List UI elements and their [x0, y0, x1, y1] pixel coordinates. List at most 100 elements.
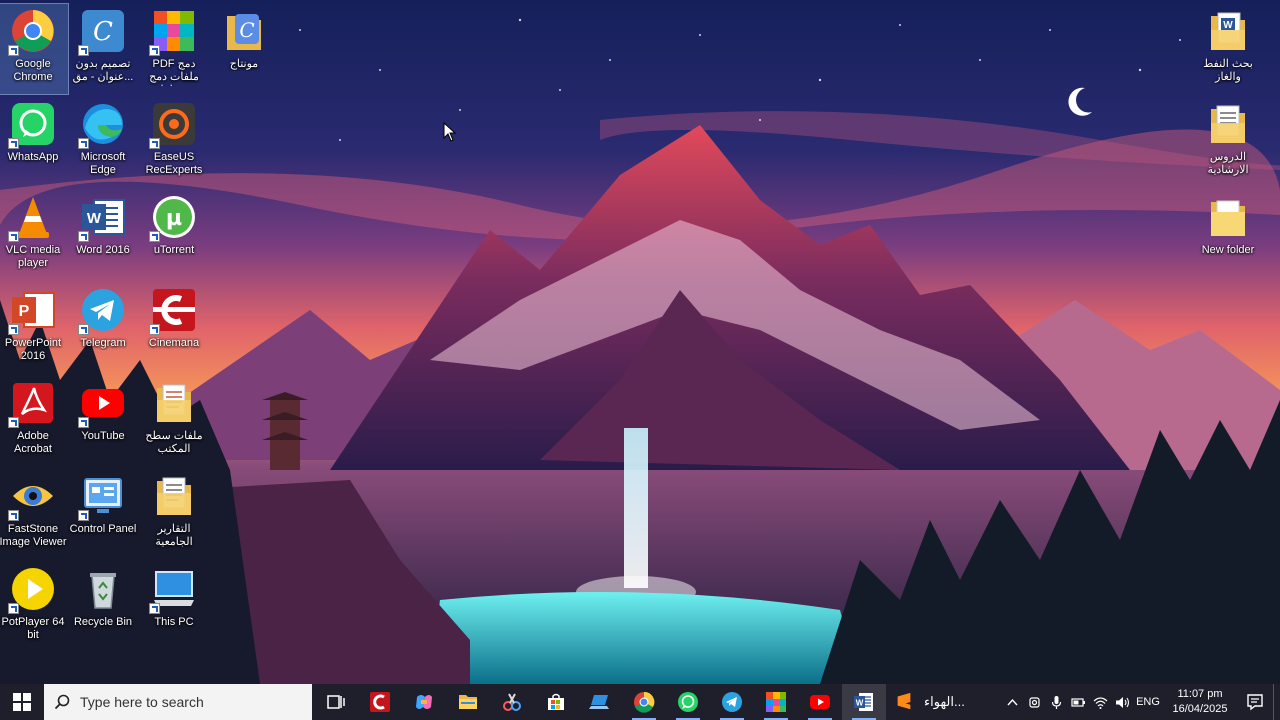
- desktop-icon-desktop-files-folder[interactable]: ملفات سطح المكتب: [139, 376, 209, 466]
- svg-text:C: C: [239, 18, 254, 42]
- camera-icon: [1028, 696, 1040, 708]
- desktop-icon-control-panel[interactable]: Control Panel: [68, 469, 138, 559]
- battery-icon: [1070, 697, 1085, 707]
- taskbar-search-box[interactable]: [44, 684, 312, 720]
- show-desktop-button[interactable]: [1273, 684, 1280, 720]
- show-hidden-icons-button[interactable]: [1001, 684, 1023, 720]
- shortcut-arrow-icon: [8, 417, 19, 428]
- taskbar-cinemana[interactable]: [358, 684, 402, 720]
- shortcut-arrow-icon: [149, 324, 160, 335]
- desktop-icon-label: التقارير الجامعية: [155, 523, 193, 548]
- desktop-icon-youtube[interactable]: YouTube: [68, 376, 138, 466]
- shortcut-arrow-icon: [78, 324, 89, 335]
- taskbar-open-window[interactable]: الهواء...: [886, 684, 990, 720]
- desktop-icon-label: Microsoft Edge: [80, 151, 126, 176]
- desktop-icon-label: New folder: [1201, 244, 1255, 256]
- desktop-icon-pdf-merge[interactable]: PDF دمج ملفات دمج ملفات - ...: [139, 4, 209, 94]
- telegram-icon: [722, 692, 742, 712]
- shortcut-arrow-icon: [78, 510, 89, 521]
- desktop-icon-label: WhatsApp: [7, 151, 59, 163]
- taskbar-microsoft-store[interactable]: [534, 684, 578, 720]
- tray-camera[interactable]: [1023, 684, 1045, 720]
- taskbar-clock[interactable]: 11:07 pm 16/04/2025: [1163, 687, 1237, 717]
- desktop-icon-label: Control Panel: [69, 523, 137, 535]
- cinemana-icon: [370, 692, 390, 712]
- desktop-icon-word-2016[interactable]: W Word 2016: [68, 190, 138, 280]
- desktop-icon-potplayer[interactable]: PotPlayer 64 bit: [0, 562, 68, 652]
- taskbar-telegram[interactable]: [710, 684, 754, 720]
- desktop-icon-canva-design[interactable]: C تصميم بدون عنوان - مق...: [68, 4, 138, 94]
- taskbar-chrome[interactable]: [622, 684, 666, 720]
- desktop-icon-guidance-lessons[interactable]: الدروس الارشادية: [1193, 97, 1263, 187]
- desktop-icon-montage[interactable]: C مونتاج: [209, 4, 279, 94]
- folder-icon: [1211, 200, 1245, 236]
- desktop-icon-label: PotPlayer 64 bit: [1, 616, 65, 641]
- tray-network[interactable]: [1089, 684, 1111, 720]
- desktop-icon-label: تصميم بدون عنوان - مق...: [72, 58, 134, 83]
- taskbar-whatsapp[interactable]: [666, 684, 710, 720]
- shortcut-arrow-icon: [78, 45, 89, 56]
- shortcut-arrow-icon: [8, 324, 19, 335]
- clock-time: 11:07 pm: [1177, 688, 1223, 700]
- recycle-bin-icon: [90, 573, 116, 609]
- desktop-icon-telegram[interactable]: Telegram: [68, 283, 138, 373]
- desktop-icon-label: Recycle Bin: [73, 616, 133, 628]
- desktop-icon-label: FastStone Image Viewer: [0, 523, 67, 548]
- desktop-icon-this-pc[interactable]: This PC: [139, 562, 209, 652]
- tray-battery[interactable]: [1067, 684, 1089, 720]
- search-input[interactable]: [78, 693, 302, 711]
- desktop-icon-label: Adobe Acrobat: [14, 430, 52, 455]
- svg-text:W: W: [1223, 20, 1233, 31]
- shortcut-arrow-icon: [78, 417, 89, 428]
- svg-text:P: P: [19, 303, 30, 320]
- desktop-icon-label: EaseUS RecExperts: [145, 151, 203, 176]
- mouse-cursor-icon: [443, 122, 457, 142]
- desktop-icon-vlc[interactable]: VLC media player: [0, 190, 68, 280]
- taskbar-snipping-tool[interactable]: [490, 684, 534, 720]
- input-language[interactable]: ENG: [1133, 696, 1163, 708]
- search-icon: [54, 694, 70, 710]
- notification-center-button[interactable]: [1237, 684, 1273, 720]
- desktop-icon-label: This PC: [154, 616, 194, 628]
- chrome-icon: [634, 691, 655, 713]
- desktop-icon-utorrent[interactable]: µ uTorrent: [139, 190, 209, 280]
- taskbar-word[interactable]: W: [842, 684, 886, 720]
- chevron-up-icon: [1006, 698, 1018, 705]
- desktop-icon-recycle-bin[interactable]: Recycle Bin: [68, 562, 138, 652]
- desktop-icon-oil-gas-research[interactable]: W بحث النفط والغاز: [1193, 4, 1263, 94]
- desktop-icon-faststone[interactable]: FastStone Image Viewer: [0, 469, 68, 559]
- desktop-icon-microsoft-edge[interactable]: Microsoft Edge: [68, 97, 138, 187]
- tray-volume[interactable]: [1111, 684, 1133, 720]
- desktop-icon-new-folder[interactable]: New folder: [1193, 190, 1263, 280]
- taskbar-youtube[interactable]: [798, 684, 842, 720]
- canva-icon: C: [227, 14, 261, 50]
- folder-icon: [459, 695, 477, 709]
- taskbar-pdf-merge[interactable]: [754, 684, 798, 720]
- tray-microphone[interactable]: [1045, 684, 1067, 720]
- taskbar-pc-manager[interactable]: [578, 684, 622, 720]
- laptop-icon: [589, 695, 609, 709]
- wifi-icon: [1093, 696, 1107, 709]
- desktop-icon-easeus-recexperts[interactable]: EaseUS RecExperts: [139, 97, 209, 187]
- folder-docs-icon: [157, 477, 191, 515]
- desktop-icon-label: Telegram: [80, 337, 126, 349]
- store-icon: [548, 693, 564, 710]
- start-button[interactable]: [0, 684, 44, 720]
- desktop-icon-whatsapp[interactable]: WhatsApp: [0, 97, 68, 187]
- desktop-icon-google-chrome[interactable]: Google Chrome: [0, 3, 69, 95]
- word-folder-icon: W: [1211, 12, 1245, 50]
- desktop-icon-cinemana[interactable]: Cinemana: [139, 283, 209, 373]
- taskbar-copilot[interactable]: [402, 684, 446, 720]
- desktop-icon-adobe-acrobat[interactable]: Adobe Acrobat: [0, 376, 68, 466]
- desktop-icon-powerpoint[interactable]: P PowerPoint 2016: [0, 283, 68, 373]
- notification-icon: [1247, 694, 1263, 711]
- taskbar-file-explorer[interactable]: [446, 684, 490, 720]
- taskbar-task-view[interactable]: [314, 684, 358, 720]
- desktop-icon-university-reports-folder[interactable]: التقارير الجامعية: [139, 469, 209, 559]
- shortcut-arrow-icon: [8, 138, 19, 149]
- shortcut-arrow-icon: [149, 45, 160, 56]
- clock-date: 16/04/2025: [1172, 703, 1228, 715]
- shortcut-arrow-icon: [149, 231, 160, 242]
- folder-docs-icon: [1211, 105, 1245, 143]
- copilot-icon: [416, 695, 432, 709]
